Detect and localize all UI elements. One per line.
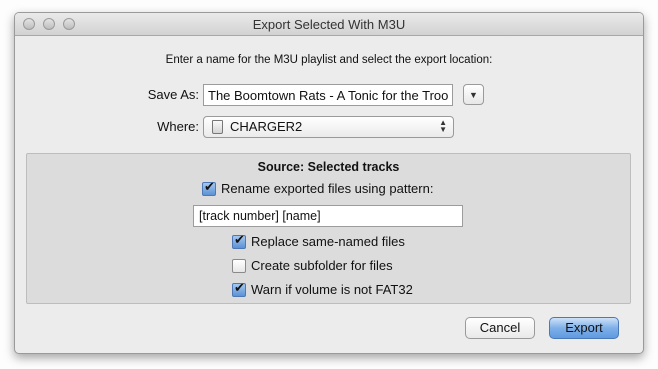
where-label: Where: bbox=[157, 119, 199, 134]
replace-files-checkbox[interactable] bbox=[232, 233, 246, 249]
warn-fat32-checkbox[interactable] bbox=[232, 281, 246, 297]
rename-pattern-checkbox[interactable] bbox=[202, 180, 216, 196]
cancel-button[interactable]: Cancel bbox=[465, 317, 535, 339]
popup-arrows-icon: ▲ ▼ bbox=[439, 118, 447, 134]
replace-files-label: Replace same-named files bbox=[251, 234, 405, 249]
where-popup[interactable]: CHARGER2 ▲ ▼ bbox=[203, 116, 454, 138]
instructions-text: Enter a name for the M3U playlist and se… bbox=[165, 54, 493, 66]
title-bar: Export Selected With M3U bbox=[15, 13, 643, 36]
source-panel: Source: Selected tracks Rename exported … bbox=[26, 153, 631, 304]
source-title: Source: Selected tracks bbox=[257, 160, 400, 174]
create-subfolder-checkbox[interactable] bbox=[232, 259, 246, 273]
window-title: Export Selected With M3U bbox=[252, 17, 406, 32]
save-as-label: Save As: bbox=[147, 87, 199, 102]
chevron-down-icon: ▼ bbox=[469, 90, 478, 100]
save-as-input[interactable] bbox=[203, 84, 453, 106]
disk-icon bbox=[212, 120, 223, 134]
expand-save-panel-button[interactable]: ▼ bbox=[463, 84, 484, 105]
warn-fat32-label: Warn if volume is not FAT32 bbox=[251, 282, 413, 297]
pattern-input[interactable] bbox=[193, 205, 463, 227]
create-subfolder-label: Create subfolder for files bbox=[251, 258, 393, 273]
export-button[interactable]: Export bbox=[549, 317, 619, 339]
rename-pattern-label: Rename exported files using pattern: bbox=[221, 181, 434, 196]
where-value: CHARGER2 bbox=[230, 119, 303, 134]
export-dialog: Export Selected With M3U Enter a name fo… bbox=[14, 12, 644, 354]
